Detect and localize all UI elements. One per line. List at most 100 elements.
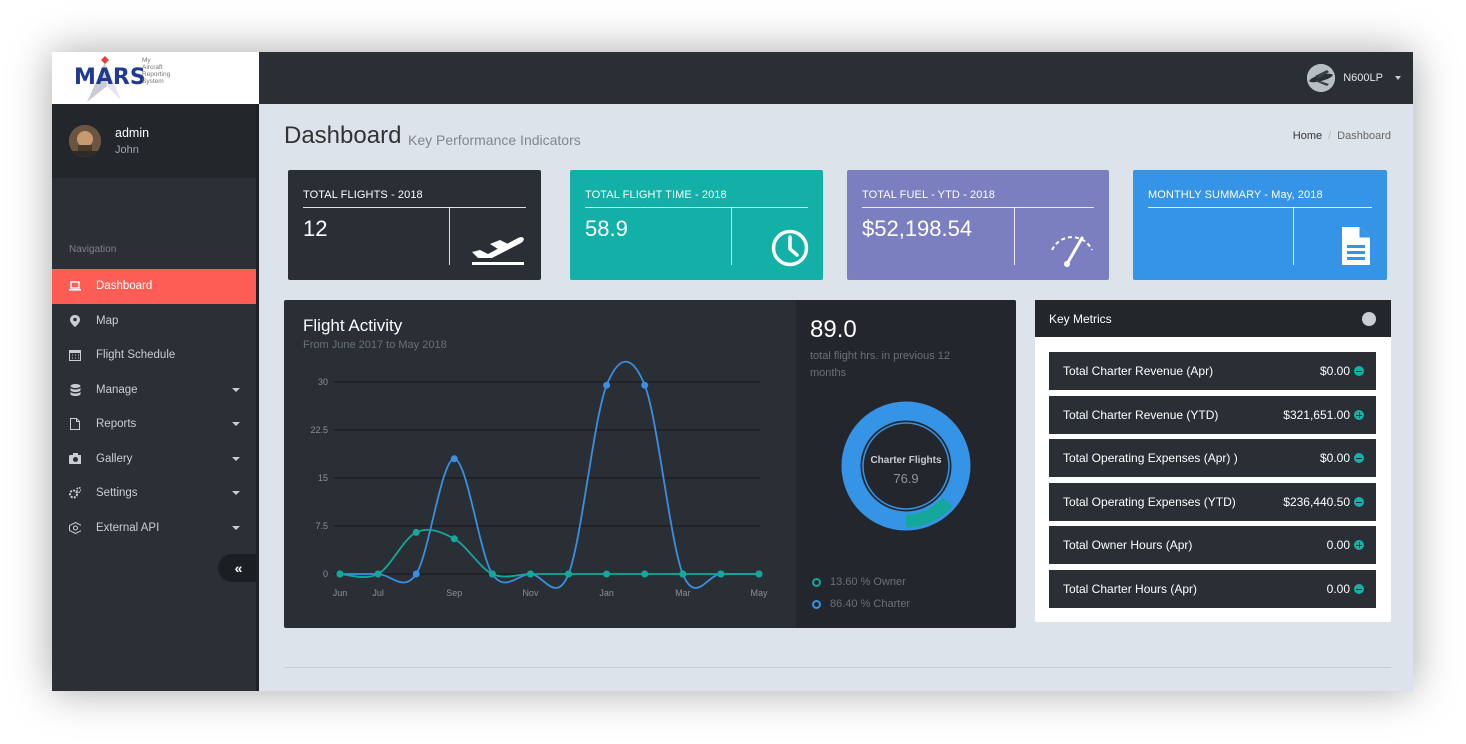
total-hours-caption: total flight hrs. in previous 12 months	[810, 350, 951, 379]
flight-activity-panel: Flight Activity From June 2017 to May 20…	[284, 300, 1016, 628]
profile-name: admin	[115, 126, 150, 140]
kpi-title: TOTAL FUEL - YTD - 2018	[862, 189, 995, 201]
sidebar-item-manage[interactable]: Manage	[52, 373, 256, 408]
map-marker-icon	[69, 314, 81, 327]
metric-label: Total Owner Hours (Apr)	[1063, 538, 1193, 552]
metric-label: Total Charter Hours (Apr)	[1063, 582, 1198, 596]
x-tick-label: Mar	[675, 588, 691, 598]
legend-label: 13.60 % Owner	[830, 576, 906, 588]
donut-inner-ring	[862, 422, 950, 510]
metric-label: Total Operating Expenses (YTD)	[1063, 495, 1236, 509]
sidebar-item-dashboard[interactable]: Dashboard	[52, 269, 256, 304]
metric-row[interactable]: Total Charter Revenue (YTD) $321,651.00	[1049, 396, 1376, 434]
breadcrumb: Home / Dashboard	[1293, 130, 1391, 142]
metric-value: $0.00	[1319, 364, 1350, 378]
data-point-1	[412, 528, 420, 536]
kpi-value: 58.9	[585, 216, 628, 241]
file-icon	[69, 418, 81, 431]
metric-label: Total Charter Revenue (YTD)	[1063, 408, 1219, 422]
data-point-1	[603, 570, 611, 578]
metric-row[interactable]: Total Operating Expenses (Apr) ) $0.00	[1049, 439, 1376, 477]
sidebar-item-gallery[interactable]: Gallery	[52, 442, 256, 477]
api-icon	[69, 521, 81, 534]
kpi-card-total-flight-time[interactable]: TOTAL FLIGHT TIME - 2018 58.9	[570, 170, 823, 280]
data-point-0	[450, 455, 458, 463]
kpi-card-total-fuel[interactable]: TOTAL FUEL - YTD - 2018 $52,198.54	[847, 170, 1109, 280]
donut-label: Charter Flights	[870, 455, 942, 466]
clock-icon	[771, 229, 809, 267]
sidebar-profile: admin John	[52, 104, 256, 178]
logo[interactable]: MARS My Aircraft Reporting System	[52, 52, 259, 104]
data-point-1	[755, 570, 763, 578]
sidebar-item-external-api[interactable]: External API	[52, 511, 256, 546]
y-tick-label: 0	[323, 569, 328, 579]
chevron-down-icon	[232, 525, 240, 530]
user-photo-icon	[69, 125, 101, 157]
sidebar-item-reports[interactable]: Reports	[52, 407, 256, 442]
sidebar-item-label: External API	[96, 521, 160, 534]
legend-item-owner: 13.60 % Owner	[812, 576, 906, 588]
metric-value: 0.00	[1326, 582, 1350, 596]
camera-icon	[69, 453, 81, 465]
series-line-0	[339, 360, 759, 589]
x-tick-label: Jun	[333, 588, 348, 598]
sidebar-item-flight-schedule[interactable]: Flight Schedule	[52, 338, 256, 373]
sidebar-item-settings[interactable]: Settings	[52, 476, 256, 511]
metric-label: Total Charter Revenue (Apr)	[1063, 364, 1214, 378]
user-menu[interactable]: N600LP	[1307, 64, 1401, 92]
sidebar-item-label: Flight Schedule	[96, 349, 176, 362]
panel-title: Key Metrics	[1049, 312, 1112, 326]
kpi-card-total-flights[interactable]: TOTAL FLIGHTS - 2018 12	[288, 170, 541, 280]
kpi-value: $52,198.54	[862, 216, 973, 241]
breadcrumb-current: Dashboard	[1337, 130, 1391, 142]
kpi-card-monthly-summary[interactable]: MONTHLY SUMMARY - May, 2018	[1133, 170, 1387, 280]
sidebar-item-map[interactable]: Map	[52, 304, 256, 339]
flight-activity-chart: 0 7.5 15 22.5 30 Jun Jul Sep Nov Jan Mar May	[310, 360, 768, 598]
cogs-icon	[69, 487, 81, 499]
calendar-icon	[69, 349, 81, 362]
gauge-icon	[1051, 236, 1093, 267]
footer-divider	[284, 667, 1391, 668]
sidebar-item-label: Map	[96, 314, 119, 327]
data-point-1	[488, 570, 496, 578]
minus-circle-icon	[1354, 497, 1364, 507]
data-point-0	[412, 570, 420, 578]
legend-item-charter: 86.40 % Charter	[812, 598, 910, 610]
kpi-title: TOTAL FLIGHT TIME - 2018	[585, 189, 727, 201]
series-line-1	[339, 529, 759, 578]
logo-tagline: My Aircraft Reporting System	[142, 57, 171, 85]
metric-row[interactable]: Total Charter Revenue (Apr) $0.00	[1049, 352, 1376, 390]
y-tick-label: 7.5	[315, 521, 328, 531]
metric-row[interactable]: Total Operating Expenses (YTD) $236,440.5…	[1049, 483, 1376, 521]
x-tick-label: Nov	[522, 588, 539, 598]
total-hours-value: 89.0	[810, 316, 857, 343]
page-title: Dashboard	[284, 122, 402, 149]
metric-value: $321,651.00	[1283, 408, 1350, 422]
sidebar-item-label: Dashboard	[96, 280, 153, 293]
chevron-down-icon	[1395, 76, 1401, 80]
metric-row[interactable]: Total Charter Hours (Apr) 0.00	[1049, 570, 1376, 608]
kpi-divider-vertical	[731, 207, 732, 265]
breadcrumb-separator: /	[1328, 130, 1332, 142]
kpi-divider-vertical	[1014, 207, 1015, 265]
metric-value: $236,440.50	[1283, 495, 1350, 509]
sidebar-collapse-button[interactable]: «	[218, 554, 259, 582]
data-point-1	[450, 535, 458, 543]
metric-value: 0.00	[1326, 538, 1350, 552]
x-tick-label: Jan	[599, 588, 614, 598]
aircraft-avatar	[1307, 64, 1336, 92]
data-point-1	[374, 570, 382, 578]
metric-row[interactable]: Total Owner Hours (Apr) 0.00	[1049, 526, 1376, 564]
breadcrumb-home-link[interactable]: Home	[1293, 130, 1322, 142]
database-icon	[69, 383, 81, 396]
avatar[interactable]	[69, 125, 101, 157]
panel-toggle-button[interactable]	[1362, 312, 1376, 326]
x-tick-label: Sep	[446, 588, 462, 598]
sidebar-item-label: Reports	[96, 418, 137, 431]
plus-circle-icon	[1354, 410, 1364, 420]
data-point-1	[565, 570, 573, 578]
plane-takeoff-icon	[472, 237, 524, 265]
chevron-down-icon	[232, 387, 240, 392]
donut-value: 76.9	[893, 471, 919, 486]
y-tick-label: 15	[318, 473, 328, 483]
